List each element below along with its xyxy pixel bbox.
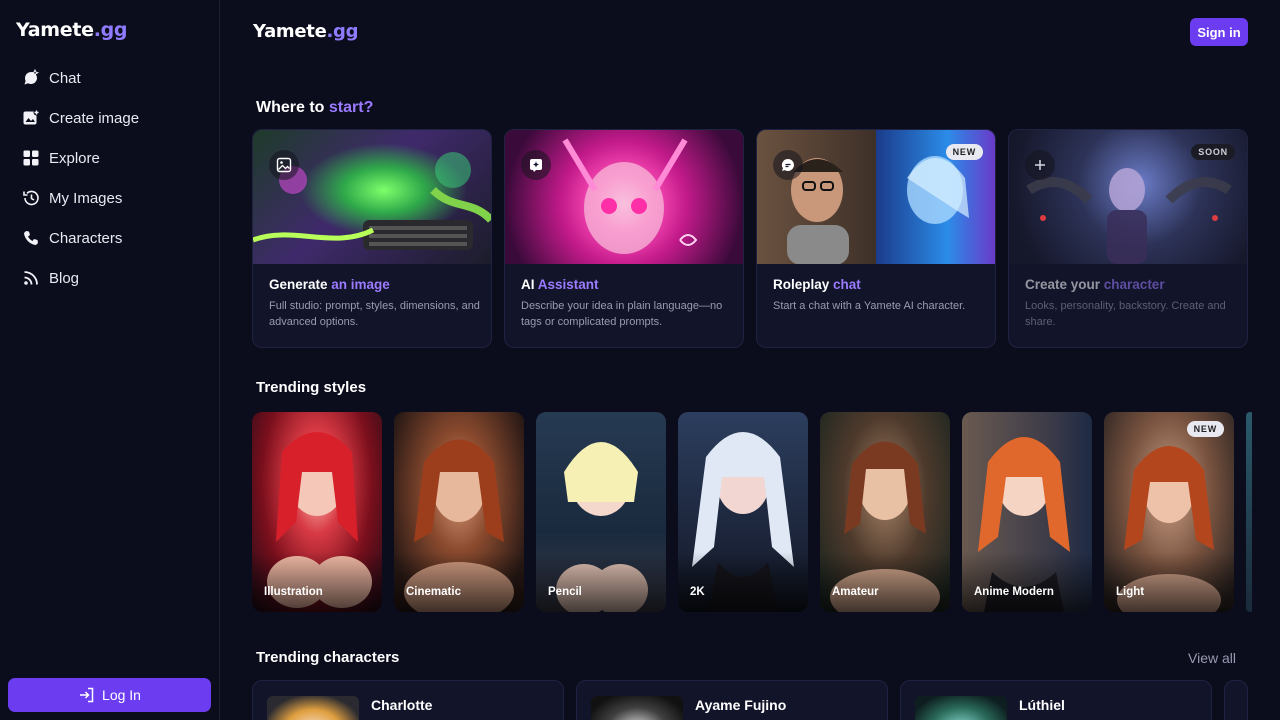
soon-badge: SOON	[1191, 144, 1235, 160]
sidebar-item-create-image[interactable]: Create image	[0, 98, 219, 138]
style-label: Anime Modern	[974, 586, 1054, 598]
view-all-link[interactable]: View all	[1188, 650, 1236, 666]
start-cards: Generate an image Full studio: prompt, s…	[252, 129, 1248, 349]
main-content: Yamete.gg Sign in Where to start? Genera…	[220, 0, 1280, 720]
style-card-cinematic[interactable]: Cinematic	[394, 412, 524, 612]
rss-icon	[22, 269, 40, 287]
logo-tld: .gg	[326, 21, 359, 42]
style-label: Pencil	[548, 586, 582, 598]
style-card-2k[interactable]: 2K	[678, 412, 808, 612]
card-title: Create your character	[1025, 277, 1165, 292]
login-icon	[78, 686, 96, 704]
card-title-accent: an image	[331, 277, 390, 292]
sidebar: Yamete.gg Chat Create image Explore My I…	[0, 0, 220, 720]
style-label: Amateur	[832, 586, 879, 598]
card-title-accent: Assistant	[537, 277, 599, 292]
card-title-part: Create your	[1025, 277, 1104, 292]
card-title-part: AI	[521, 277, 538, 292]
start-section-title: Where to start?	[256, 99, 373, 117]
style-shade	[536, 552, 666, 612]
character-card[interactable]: Ayame Fujino	[576, 680, 888, 720]
chat-bubble-icon	[773, 150, 803, 180]
style-card-amateur[interactable]: Amateur	[820, 412, 950, 612]
title-prefix: Where to	[256, 99, 329, 116]
sidebar-item-characters[interactable]: Characters	[0, 218, 219, 258]
character-name: Lúthiel	[1019, 697, 1065, 713]
card-description: Looks, personality, backstory. Create an…	[1025, 300, 1226, 328]
signin-button[interactable]: Sign in	[1190, 18, 1248, 46]
sidebar-item-label: My Images	[49, 189, 123, 207]
card-description: Full studio: prompt, styles, dimensions,…	[269, 300, 480, 328]
title-accent: start?	[328, 99, 374, 116]
character-name: Charlotte	[371, 697, 433, 713]
card-description: Describe your idea in plain language—no …	[521, 300, 723, 328]
sidebar-item-label: Blog	[49, 269, 80, 287]
history-icon	[22, 189, 40, 207]
sidebar-nav: Chat Create image Explore My Images Char…	[0, 58, 219, 298]
character-name: Ayame Fujino	[695, 697, 787, 713]
style-label: Light	[1116, 586, 1145, 598]
card-description: Start a chat with a Yamete AI character.	[773, 300, 966, 312]
trending-styles-title: Trending styles	[256, 379, 367, 396]
card-title: AI Assistant	[521, 277, 599, 292]
style-card-partial[interactable]	[1246, 412, 1252, 612]
card-title: Roleplay chat	[773, 277, 861, 292]
character-avatar	[267, 696, 359, 720]
card-ai-assistant[interactable]: AI Assistant Describe your idea in plain…	[504, 129, 744, 348]
logo-tld: .gg	[93, 19, 128, 41]
style-label: Illustration	[264, 586, 323, 598]
logo-name: Yamete	[16, 19, 94, 41]
style-shade	[678, 552, 808, 612]
grid-icon	[22, 149, 40, 167]
character-avatar	[591, 696, 683, 720]
sidebar-logo[interactable]: Yamete.gg	[16, 19, 128, 41]
person-phone-icon	[22, 229, 40, 247]
character-card[interactable]: Lúthiel	[900, 680, 1212, 720]
style-shade	[394, 552, 524, 612]
character-card[interactable]: Charlotte	[252, 680, 564, 720]
card-title-accent: character	[1103, 277, 1165, 292]
logo-name: Yamete	[253, 21, 327, 42]
style-shade	[962, 552, 1092, 612]
style-card-light[interactable]: NEW Light	[1104, 412, 1234, 612]
card-create-character[interactable]: SOON Create your character Looks, person…	[1008, 129, 1248, 348]
sparkle-square-icon	[521, 150, 551, 180]
character-card-partial[interactable]	[1224, 680, 1248, 720]
card-title-accent: chat	[833, 277, 861, 292]
style-card-pencil[interactable]: Pencil	[536, 412, 666, 612]
style-shade	[820, 552, 950, 612]
image-icon	[269, 150, 299, 180]
card-title-part: Generate	[269, 277, 332, 292]
trending-characters-title: Trending characters	[256, 649, 400, 666]
card-title: Generate an image	[269, 277, 390, 292]
trending-styles-row: Illustration Cinematic Pencil 2K Amateur…	[252, 412, 1252, 612]
login-button[interactable]: Log In	[8, 678, 211, 712]
sidebar-item-label: Chat	[49, 69, 81, 87]
card-roleplay-chat[interactable]: NEW Roleplay chat Start a chat with a Ya…	[756, 129, 996, 348]
login-label: Log In	[102, 687, 141, 703]
new-badge: NEW	[1186, 421, 1224, 437]
sidebar-item-chat[interactable]: Chat	[0, 58, 219, 98]
sidebar-item-label: Create image	[49, 109, 140, 127]
card-generate-image[interactable]: Generate an image Full studio: prompt, s…	[252, 129, 492, 348]
header-logo[interactable]: Yamete.gg	[253, 21, 359, 42]
style-shade	[252, 552, 382, 612]
sidebar-item-label: Characters	[49, 229, 123, 247]
card-title-part: Roleplay	[773, 277, 834, 292]
style-card-illustration[interactable]: Illustration	[252, 412, 382, 612]
character-avatar	[915, 696, 1007, 720]
image-add-icon	[22, 109, 40, 127]
plus-icon	[1025, 150, 1055, 180]
sidebar-item-my-images[interactable]: My Images	[0, 178, 219, 218]
sidebar-item-explore[interactable]: Explore	[0, 138, 219, 178]
style-card-anime-modern[interactable]: Anime Modern	[962, 412, 1092, 612]
style-label: 2K	[690, 586, 705, 598]
chat-sparkle-icon	[22, 69, 40, 87]
sidebar-item-label: Explore	[49, 149, 100, 167]
new-badge: NEW	[945, 144, 983, 160]
style-shade	[1104, 552, 1234, 612]
style-label: Cinematic	[406, 586, 461, 598]
sidebar-item-blog[interactable]: Blog	[0, 258, 219, 298]
